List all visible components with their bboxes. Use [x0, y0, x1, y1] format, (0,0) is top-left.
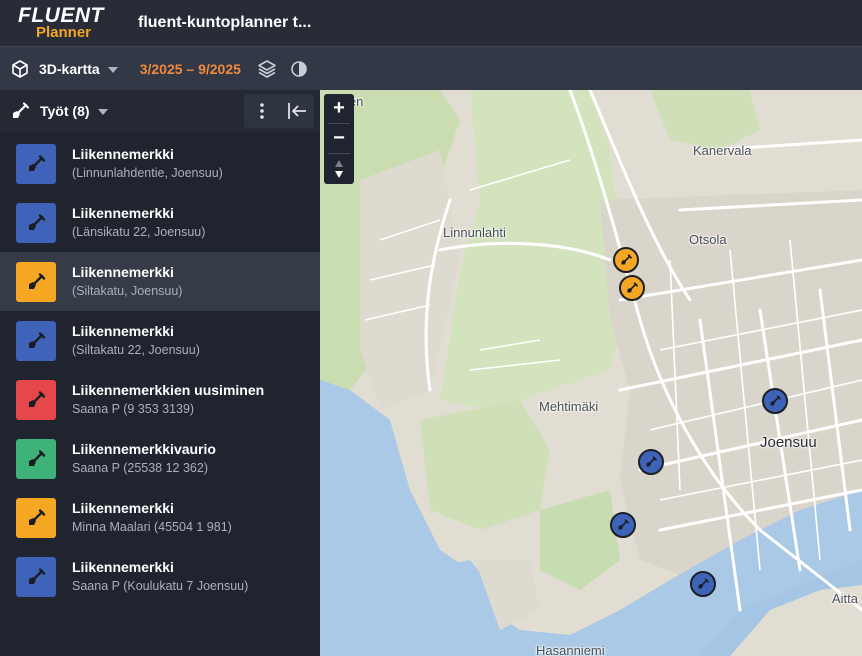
shovel-icon [16, 438, 56, 479]
collapse-left-icon [287, 103, 306, 119]
shovel-icon [16, 202, 56, 243]
job-subtitle: Saana P (Koulukatu 7 Joensuu) [72, 579, 249, 593]
job-subtitle: Minna Maalari (45504 1 981) [72, 520, 232, 534]
contrast-button[interactable] [285, 55, 313, 83]
job-subtitle: (Siltakatu 22, Joensuu) [72, 343, 200, 357]
shovel-icon [16, 497, 56, 538]
place-label-joensuu: Joensuu [760, 434, 817, 451]
sidebar-actions [244, 94, 314, 128]
job-title: Liikennemerkki [72, 323, 174, 339]
place-label-kanervala: Kanervala [693, 143, 752, 158]
place-label-otsola: Otsola [689, 232, 727, 247]
job-list-item[interactable]: Liikennemerkki Saana P (Koulukatu 7 Joens… [0, 547, 320, 606]
place-label-hasanniemi: Hasanniemi [536, 643, 605, 656]
job-map-marker[interactable] [638, 449, 664, 475]
place-label-mehtimaki: Mehtimäki [539, 399, 599, 414]
project-title[interactable]: fluent-kuntoplanner t... [138, 14, 311, 32]
jobs-title: Työt (8) [40, 103, 90, 119]
jobs-filter-dropdown[interactable]: Työt (8) [31, 103, 108, 119]
job-list-item[interactable]: Liikennemerkki (Siltakatu, Joensuu) [0, 252, 320, 311]
job-subtitle: (Länsikatu 22, Joensuu) [72, 225, 206, 239]
zoom-out-button[interactable]: − [324, 124, 354, 153]
job-text: Liikennemerkki (Siltakatu, Joensuu) [72, 263, 182, 300]
job-list-item[interactable]: Liikennemerkki (Länsikatu 22, Joensuu) [0, 193, 320, 252]
app-header: FLUENT Planner fluent-kuntoplanner t... [0, 0, 862, 46]
job-text: Liikennemerkki Saana P (Koulukatu 7 Joens… [72, 558, 248, 595]
job-map-marker[interactable] [619, 275, 645, 301]
fluent-planner-logo[interactable]: FLUENT Planner [0, 0, 130, 46]
contrast-icon [291, 60, 307, 77]
job-title: Liikennemerkki [72, 500, 174, 516]
shovel-icon [9, 100, 31, 122]
job-list-item[interactable]: Liikennemerkki (Siltakatu 22, Joensuu) [0, 311, 320, 370]
job-text: Liikennemerkki (Länsikatu 22, Joensuu) [72, 204, 205, 241]
job-text: Liikennemerkkien uusiminen Saana P (9 353… [72, 381, 264, 418]
jobs-sidebar: Työt (8) Liikennemerkki (Linnunlahdentie,… [0, 90, 320, 656]
job-map-marker[interactable] [762, 388, 788, 414]
job-text: Liikennemerkki (Linnunlahdentie, Joensuu) [72, 145, 223, 182]
chevron-down-icon [97, 109, 108, 115]
compass-icon [335, 160, 343, 178]
job-map-marker[interactable] [613, 247, 639, 273]
view-mode-label: 3D-kartta [39, 60, 100, 77]
collapse-sidebar-button[interactable] [279, 94, 314, 128]
logo-sub-text: Planner [36, 24, 92, 41]
shovel-icon [16, 379, 56, 420]
jobs-header: Työt (8) [0, 90, 320, 132]
job-text: Liikennemerkki Minna Maalari (45504 1 981… [72, 499, 232, 536]
map-base-layer[interactable] [320, 90, 862, 656]
job-title: Liikennemerkkien uusiminen [72, 382, 265, 398]
job-list-item[interactable]: Liikennemerkki Minna Maalari (45504 1 981… [0, 488, 320, 547]
place-label-linnunlahti: Linnunlahti [443, 225, 506, 240]
job-subtitle: (Siltakatu, Joensuu) [72, 284, 183, 298]
job-list-item[interactable]: Liikennemerkkien uusiminen Saana P (9 353… [0, 370, 320, 429]
compass-button[interactable] [324, 154, 354, 184]
job-map-marker[interactable] [690, 571, 716, 597]
date-range[interactable]: 3/2025 – 9/2025 [140, 61, 241, 77]
view-mode-dropdown[interactable]: 3D-kartta [31, 61, 118, 77]
job-list-item[interactable]: Liikennemerkkivaurio Saana P (25538 12 36… [0, 429, 320, 488]
job-text: Liikennemerkki (Siltakatu 22, Joensuu) [72, 322, 200, 359]
app-window: FLUENT Planner fluent-kuntoplanner t... … [0, 0, 862, 656]
job-subtitle: Saana P (9 353 3139) [72, 402, 195, 416]
chevron-down-icon [107, 66, 118, 73]
job-list-item[interactable]: Liikennemerkki (Linnunlahdentie, Joensuu) [0, 134, 320, 193]
more-options-button[interactable] [244, 94, 279, 128]
place-label-aitta: Aitta [832, 591, 859, 606]
map-view[interactable]: Kanervala Linnunlahti Otsola Mehtimäki J… [320, 90, 862, 656]
job-title: Liikennemerkki [72, 146, 174, 162]
shovel-icon [16, 143, 56, 184]
jobs-list: Liikennemerkki (Linnunlahdentie, Joensuu)… [0, 134, 320, 606]
shovel-icon [16, 320, 56, 361]
shovel-icon [16, 261, 56, 302]
map-toolbar: 3D-kartta 3/2025 – 9/2025 [0, 46, 862, 90]
job-title: Liikennemerkki [72, 559, 174, 575]
shovel-icon [16, 556, 56, 597]
job-title: Liikennemerkkivaurio [72, 441, 216, 457]
job-title: Liikennemerkki [72, 205, 174, 221]
layers-button[interactable] [253, 55, 281, 83]
job-map-marker[interactable] [610, 512, 636, 538]
job-text: Liikennemerkkivaurio Saana P (25538 12 36… [72, 440, 216, 477]
job-subtitle: Saana P (25538 12 362) [72, 461, 208, 475]
map-zoom-controls: + − [324, 94, 354, 184]
job-subtitle: (Linnunlahdentie, Joensuu) [72, 166, 223, 180]
cube-icon [9, 58, 31, 80]
zoom-in-button[interactable]: + [324, 94, 354, 123]
layers-icon [258, 59, 276, 78]
job-title: Liikennemerkki [72, 264, 174, 280]
kebab-menu-icon [259, 103, 264, 119]
